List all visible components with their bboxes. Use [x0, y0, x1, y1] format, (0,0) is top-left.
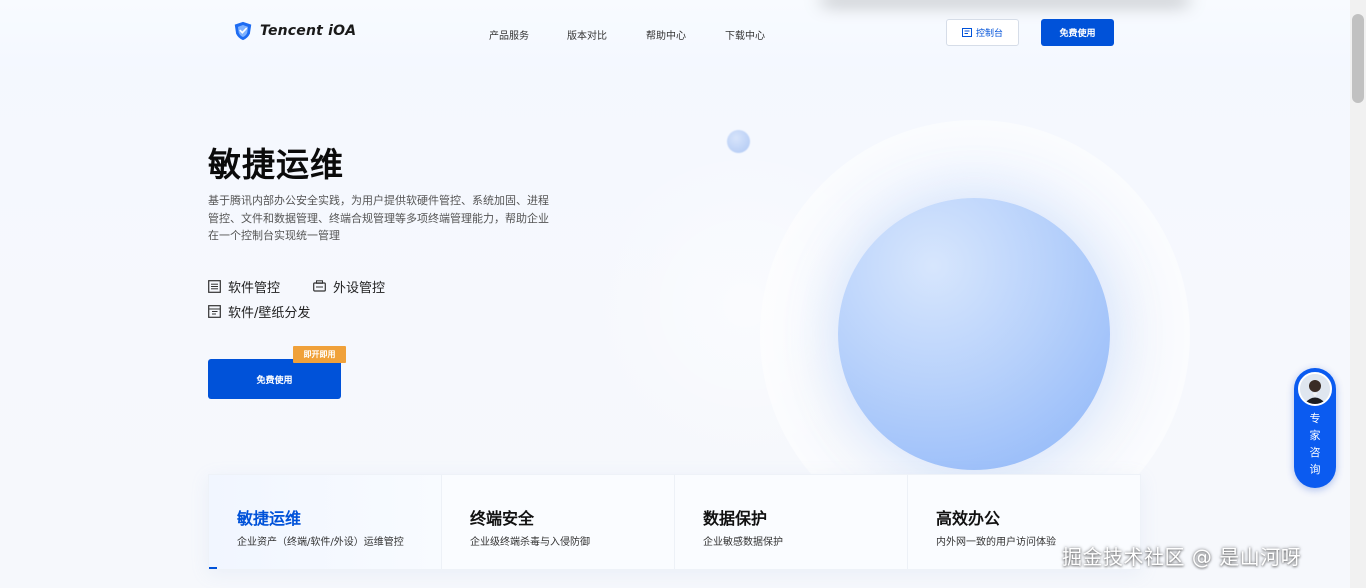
expert-avatar-icon: [1300, 374, 1330, 404]
instant-use-badge: 即开即用: [293, 346, 346, 363]
nav-download[interactable]: 下载中心: [725, 27, 765, 42]
shield-logo-icon: [234, 21, 252, 41]
scrollbar-thumb[interactable]: [1352, 14, 1364, 103]
active-tab-indicator: [209, 567, 217, 569]
consult-label: 专 家 咨 询: [1309, 412, 1321, 476]
small-sphere-decoration: [727, 130, 750, 153]
feature-label: 软件管控: [228, 281, 281, 296]
distribution-icon: [208, 305, 221, 318]
free-use-button-top[interactable]: 免费使用: [1041, 19, 1114, 46]
page-scrollbar[interactable]: [1350, 0, 1366, 588]
feature-label: 外设管控: [333, 281, 386, 296]
feature-peripheral-control: 外设管控: [313, 277, 385, 296]
free-use-button[interactable]: 免费使用: [208, 359, 341, 399]
feature-software-distribution: 软件/壁纸分发: [208, 302, 310, 321]
tab-subtitle: 企业级终端杀毒与入侵防御: [470, 537, 590, 548]
tab-data-protection[interactable]: 数据保护 企业敏感数据保护: [675, 475, 908, 569]
nav-help[interactable]: 帮助中心: [646, 27, 686, 42]
brand-logo[interactable]: Tencent iOA: [232, 20, 356, 42]
tab-title: 终端安全: [470, 509, 535, 528]
tab-subtitle: 企业资产（终端/软件/外设）运维管控: [237, 537, 404, 548]
tab-agile-ops[interactable]: 敏捷运维 企业资产（终端/软件/外设）运维管控: [209, 475, 442, 569]
console-button[interactable]: 控制台: [946, 19, 1019, 46]
console-icon: [961, 28, 972, 37]
tab-title: 数据保护: [703, 509, 768, 528]
feature-software-control: 软件管控: [208, 277, 280, 296]
avatar: [1298, 372, 1332, 406]
watermark-text: 掘金技术社区 @ 是山河呀: [1062, 545, 1302, 569]
tab-title: 高效办公: [936, 509, 1001, 528]
tab-title: 敏捷运维: [237, 509, 302, 528]
brand-name: Tencent iOA: [260, 23, 357, 39]
feature-label: 软件/壁纸分发: [228, 306, 311, 321]
list-icon: [208, 280, 221, 293]
expert-consult-button[interactable]: 专 家 咨 询: [1294, 368, 1336, 488]
console-label: 控制台: [975, 29, 1003, 39]
hero-title: 敏捷运维: [208, 145, 344, 184]
nav-versions[interactable]: 版本对比: [567, 27, 607, 42]
nav-products[interactable]: 产品服务: [489, 27, 529, 42]
sphere-illustration: [838, 198, 1110, 470]
tab-subtitle: 企业敏感数据保护: [703, 537, 783, 548]
hero-description: 基于腾讯内部办公安全实践，为用户提供软硬件管控、系统加固、进程管控、文件和数据管…: [208, 194, 549, 242]
device-icon: [313, 280, 326, 292]
tab-endpoint-security[interactable]: 终端安全 企业级终端杀毒与入侵防御: [442, 475, 675, 569]
feature-tabs: 敏捷运维 企业资产（终端/软件/外设）运维管控 终端安全 企业级终端杀毒与入侵防…: [208, 474, 1141, 570]
